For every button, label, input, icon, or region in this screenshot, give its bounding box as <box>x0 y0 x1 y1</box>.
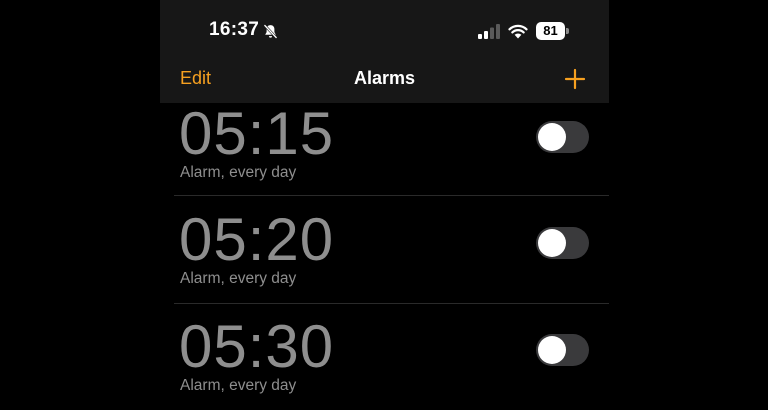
battery-indicator: 81 <box>536 22 570 40</box>
alarm-time: 05:20 <box>179 206 335 273</box>
alarm-toggle[interactable] <box>536 227 589 259</box>
status-time: 16:37 <box>209 19 260 40</box>
alarm-row[interactable]: 05:30 Alarm, every day <box>174 303 609 410</box>
cellular-signal-icon <box>478 24 500 39</box>
alarm-row[interactable]: 05:15 Alarm, every day <box>174 103 609 196</box>
battery-cap <box>566 28 569 34</box>
toggle-knob <box>538 123 566 151</box>
alarm-label: Alarm, every day <box>180 377 297 394</box>
nav-bar: Edit Alarms <box>160 62 609 96</box>
alarm-label: Alarm, every day <box>180 270 297 287</box>
status-bar: 16:37 81 <box>160 14 609 48</box>
alarm-toggle[interactable] <box>536 121 589 153</box>
alarm-list: 05:15 Alarm, every day 05:20 Alarm, ever… <box>160 103 609 410</box>
wifi-icon <box>508 24 528 39</box>
toggle-knob <box>538 336 566 364</box>
toggle-knob <box>538 229 566 257</box>
alarm-time: 05:15 <box>179 103 335 167</box>
battery-level: 81 <box>536 22 565 40</box>
alarms-screen: 16:37 81 Edit Alarms 05:15 Alarm, every … <box>160 0 609 410</box>
edit-button[interactable]: Edit <box>180 68 211 89</box>
alarm-label: Alarm, every day <box>180 164 297 181</box>
alarm-time: 05:30 <box>179 313 335 380</box>
page-title: Alarms <box>353 68 416 88</box>
alarm-row[interactable]: 05:20 Alarm, every day <box>174 196 609 304</box>
plus-icon[interactable] <box>564 68 586 90</box>
top-bar: 16:37 81 Edit Alarms <box>160 0 609 103</box>
bell-slash-icon <box>263 24 278 39</box>
alarm-toggle[interactable] <box>536 334 589 366</box>
